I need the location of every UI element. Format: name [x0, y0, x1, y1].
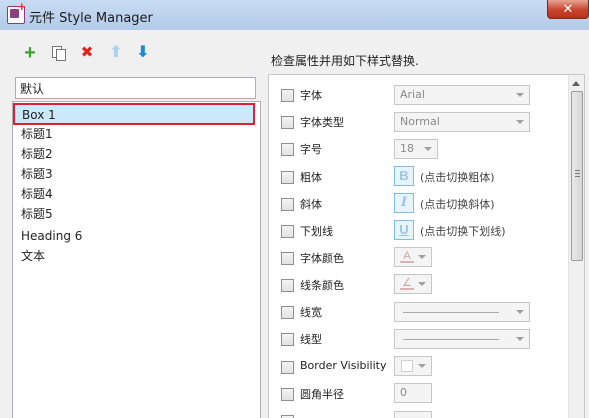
underline-label: 下划线: [300, 225, 333, 238]
font-type-select[interactable]: Normal: [394, 112, 530, 132]
italic-toggle-button[interactable]: I: [394, 193, 414, 213]
line-type-checkbox[interactable]: [281, 333, 294, 346]
line-type-select[interactable]: [394, 329, 530, 349]
style-list-item[interactable]: 标题5: [21, 204, 53, 224]
prop-row-border-visibility: Border Visibility: [269, 356, 569, 378]
underline-checkbox[interactable]: [281, 225, 294, 238]
property-scrollbar[interactable]: [568, 75, 584, 418]
line-color-picker[interactable]: ∠: [394, 274, 432, 294]
corner-radius-checkbox[interactable]: [281, 388, 294, 401]
font-type-select-value: Normal: [400, 115, 440, 128]
font-color-label: 字体颜色: [300, 252, 344, 265]
line-width-select[interactable]: [394, 302, 530, 322]
line-width-sample: [403, 312, 499, 313]
style-list-item[interactable]: 文本: [21, 246, 45, 266]
prop-row-font-color: 字体颜色 A: [269, 247, 569, 269]
chevron-down-icon: [418, 282, 426, 286]
duplicate-style-button[interactable]: [49, 44, 67, 62]
chevron-down-icon: [516, 337, 524, 341]
font-size-checkbox[interactable]: [281, 143, 294, 156]
line-type-sample: [403, 339, 499, 340]
style-list-item[interactable]: 标题2: [21, 144, 53, 164]
corner-radius-input[interactable]: 0: [394, 383, 432, 403]
border-icon: [401, 360, 413, 372]
prop-row-line-color: 线条颜色 ∠: [269, 274, 569, 296]
arrow-up-icon: ⬆: [109, 44, 123, 61]
font-color-checkbox[interactable]: [281, 252, 294, 265]
scroll-up-icon[interactable]: [572, 81, 580, 86]
style-name-input[interactable]: 默认: [15, 77, 256, 99]
font-select-value: Arial: [400, 88, 425, 101]
font-size-select[interactable]: 18: [394, 139, 438, 159]
move-down-button[interactable]: ⬇: [134, 44, 152, 62]
prop-row-italic: 斜体 I (点击切换斜体): [269, 193, 569, 215]
next-property-control[interactable]: [394, 411, 432, 418]
font-size-label: 字号: [300, 143, 322, 156]
bold-hint: (点击切换粗体): [420, 171, 495, 184]
chevron-down-icon: [418, 255, 426, 259]
line-color-icon: ∠: [399, 278, 415, 290]
style-list-item[interactable]: 标题4: [21, 184, 53, 204]
border-visibility-checkbox[interactable]: [281, 361, 294, 374]
property-panel: 字体 Arial 字体类型 Normal 字号 18 粗体 B (点击切换粗体): [268, 74, 585, 418]
style-list-item[interactable]: 标题1: [21, 124, 53, 144]
line-type-label: 线型: [300, 333, 322, 346]
delete-icon: ✖: [80, 44, 94, 61]
plus-icon: +: [24, 42, 36, 64]
delete-style-button[interactable]: ✖: [78, 44, 96, 62]
add-style-button[interactable]: +: [21, 42, 39, 64]
dialog-body: + ✖ ⬆ ⬇ 默认 Box 1 标题1 标题2 标题3 标题4 标题5 Hea…: [0, 30, 589, 418]
chevron-down-icon: [516, 310, 524, 314]
font-type-checkbox[interactable]: [281, 116, 294, 129]
font-label: 字体: [300, 89, 322, 102]
window-title: 元件 Style Manager: [29, 11, 153, 26]
underline-toggle-button[interactable]: U: [394, 220, 414, 240]
line-width-label: 线宽: [300, 306, 322, 319]
italic-checkbox[interactable]: [281, 198, 294, 211]
close-button[interactable]: ✕: [547, 0, 589, 19]
line-color-checkbox[interactable]: [281, 279, 294, 292]
font-select[interactable]: Arial: [394, 85, 530, 105]
font-checkbox[interactable]: [281, 89, 294, 102]
bold-checkbox[interactable]: [281, 171, 294, 184]
app-icon: +: [7, 0, 26, 24]
corner-radius-label: 圆角半径: [300, 388, 344, 401]
prop-row-underline: 下划线 U (点击切换下划线): [269, 220, 569, 242]
scroll-thumb[interactable]: [571, 91, 583, 261]
chevron-down-icon: [424, 147, 432, 151]
prop-row-bold: 粗体 B (点击切换粗体): [269, 166, 569, 188]
style-list[interactable]: Box 1 标题1 标题2 标题3 标题4 标题5 Heading 6 文本: [12, 101, 261, 418]
style-list-item[interactable]: 标题3: [21, 164, 53, 184]
title-bar: + 元件 Style Manager ✕: [0, 0, 589, 30]
chevron-down-icon: [516, 120, 524, 124]
prop-row-corner-radius: 圆角半径 0: [269, 383, 569, 405]
underline-hint: (点击切换下划线): [420, 225, 506, 238]
font-color-icon: A: [399, 251, 415, 263]
bold-toggle-button[interactable]: B: [394, 166, 414, 186]
font-type-label: 字体类型: [300, 116, 344, 129]
prop-row-font-size: 字号 18: [269, 138, 569, 160]
font-color-picker[interactable]: A: [394, 247, 432, 267]
style-list-item[interactable]: Heading 6: [21, 226, 82, 246]
border-visibility-label: Border Visibility: [300, 359, 387, 372]
replace-hint: 检查属性并用如下样式替换.: [271, 54, 419, 68]
prop-row-font: 字体 Arial: [269, 84, 569, 106]
italic-label: 斜体: [300, 198, 322, 211]
bold-label: 粗体: [300, 171, 322, 184]
font-size-select-value: 18: [400, 142, 414, 155]
prop-row-font-type: 字体类型 Normal: [269, 111, 569, 133]
border-visibility-picker[interactable]: [394, 356, 432, 376]
chevron-down-icon: [418, 364, 426, 368]
prop-row-line-width: 线宽: [269, 301, 569, 323]
prop-row-partial: [269, 410, 569, 418]
style-list-item-selected[interactable]: Box 1: [13, 103, 255, 125]
arrow-down-icon: ⬇: [136, 44, 150, 61]
line-color-label: 线条颜色: [300, 279, 344, 292]
chevron-down-icon: [516, 93, 524, 97]
prop-row-line-type: 线型: [269, 328, 569, 350]
move-up-button[interactable]: ⬆: [107, 44, 125, 62]
italic-hint: (点击切换斜体): [420, 198, 495, 211]
line-width-checkbox[interactable]: [281, 306, 294, 319]
